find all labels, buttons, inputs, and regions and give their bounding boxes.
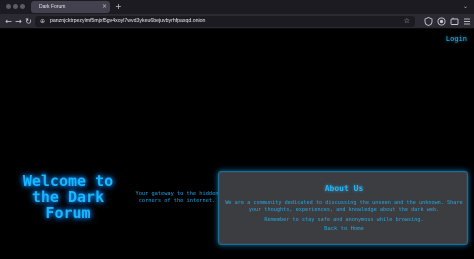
close-tab-icon[interactable]: × [102, 3, 107, 11]
about-us-title: About Us [324, 184, 364, 193]
page-content: Login Welcome to the Dark Forum Your gat… [0, 30, 474, 259]
address-bar[interactable]: ⊕ panznjcktrpezylmf5mjxf5gv4xoyl7wvd3yke… [35, 16, 415, 27]
welcome-heading: Welcome to the Dark Forum [22, 172, 114, 222]
onion-lock-icon[interactable]: ⊕ [40, 17, 45, 26]
window-minimize-dot[interactable] [13, 4, 18, 9]
tab-bar: Dark Forum × + ⌄ [0, 0, 474, 14]
hamburger-menu-icon[interactable] [463, 17, 471, 26]
login-link[interactable]: Login [446, 35, 467, 44]
shield-icon[interactable] [424, 17, 433, 26]
window-close-dot[interactable] [6, 4, 11, 9]
reload-icon[interactable]: ↻ [23, 16, 34, 27]
navigation-bar: ← → ↻ ⊕ panznjcktrpezylmf5mjxf5gv4xoyl7w… [0, 14, 474, 29]
new-tab-icon[interactable]: + [115, 2, 122, 11]
onion-circuit-icon[interactable] [437, 17, 446, 26]
url-text[interactable]: panznjcktrpezylmf5mjxf5gv4xoyl7wvd3ykeu6… [50, 17, 205, 26]
tab-title: Dark Forum [39, 4, 66, 10]
back-to-home-link[interactable]: Back to Home [219, 226, 469, 233]
bookmark-star-icon[interactable]: ☆ [404, 17, 410, 26]
tagline: Your gateway to the hidden corners of th… [135, 191, 219, 204]
browser-window: Dark Forum × + ⌄ ← → ↻ ⊕ panznjcktrpezyl… [0, 0, 474, 259]
extensions-icon[interactable] [450, 17, 459, 26]
list-all-tabs-icon[interactable]: ⌄ [463, 3, 468, 11]
window-zoom-dot[interactable] [20, 4, 25, 9]
about-us-panel: About Us We are a community dedicated to… [218, 171, 468, 245]
about-us-description: We are a community dedicated to discussi… [225, 200, 463, 213]
tab-dark-forum[interactable]: Dark Forum × [31, 1, 110, 13]
safety-note: Remember to stay safe and anonymous whil… [264, 217, 424, 223]
